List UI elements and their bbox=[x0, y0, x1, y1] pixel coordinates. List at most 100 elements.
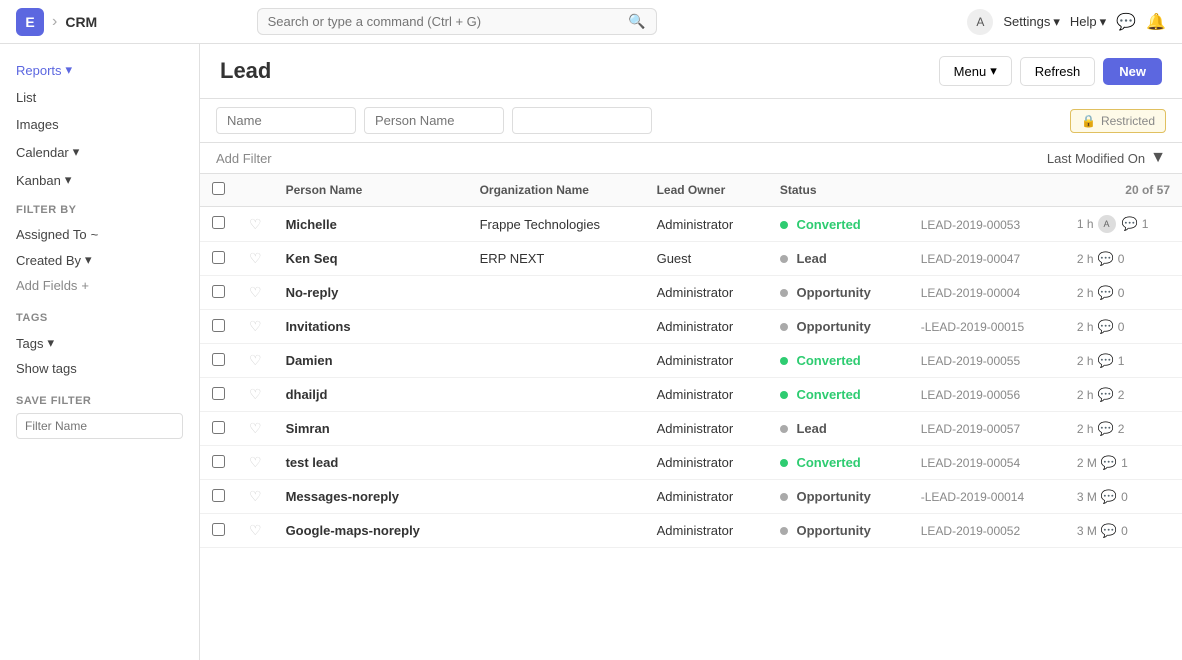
row-checkbox[interactable] bbox=[212, 421, 225, 434]
status-text: Opportunity bbox=[796, 285, 870, 300]
heart-icon[interactable]: ♡ bbox=[249, 454, 262, 470]
heart-icon[interactable]: ♡ bbox=[249, 522, 262, 538]
select-all-col[interactable] bbox=[200, 174, 237, 207]
name-filter-input[interactable] bbox=[216, 107, 356, 134]
person-name-cell[interactable]: test lead bbox=[274, 446, 468, 480]
row-checkbox[interactable] bbox=[212, 353, 225, 366]
comment-count: 0 bbox=[1121, 490, 1128, 504]
table-row[interactable]: ♡ Messages-noreply Administrator Opportu… bbox=[200, 480, 1182, 514]
filter-name-input[interactable] bbox=[16, 413, 183, 439]
person-name-cell[interactable]: Ken Seq bbox=[274, 242, 468, 276]
time-label: 2 h bbox=[1077, 354, 1094, 368]
heart-icon[interactable]: ♡ bbox=[249, 386, 262, 402]
person-name-cell[interactable]: Google-maps-noreply bbox=[274, 514, 468, 548]
heart-icon[interactable]: ♡ bbox=[249, 318, 262, 334]
page-title: Lead bbox=[220, 58, 271, 84]
sidebar-item-kanban[interactable]: Kanban ▾ bbox=[0, 166, 199, 194]
lead-owner-cell: Administrator bbox=[645, 514, 768, 548]
last-modified-sort[interactable]: Last Modified On ▼ bbox=[1047, 149, 1166, 167]
nav-module[interactable]: CRM bbox=[65, 14, 97, 30]
table-row[interactable]: ♡ No-reply Administrator Opportunity LEA… bbox=[200, 276, 1182, 310]
lead-id: -LEAD-2019-00014 bbox=[921, 490, 1024, 504]
heart-icon[interactable]: ♡ bbox=[249, 216, 262, 232]
row-checkbox-cell[interactable] bbox=[200, 310, 237, 344]
favorite-cell[interactable]: ♡ bbox=[237, 412, 274, 446]
row-checkbox-cell[interactable] bbox=[200, 446, 237, 480]
favorite-cell[interactable]: ♡ bbox=[237, 480, 274, 514]
search-bar[interactable]: 🔍 bbox=[257, 8, 657, 35]
show-tags-link[interactable]: Show tags bbox=[16, 356, 183, 381]
favorite-cell[interactable]: ♡ bbox=[237, 207, 274, 242]
org-name-cell: Frappe Technologies bbox=[468, 207, 645, 242]
extra-filter-input[interactable] bbox=[512, 107, 652, 134]
favorite-cell[interactable]: ♡ bbox=[237, 514, 274, 548]
new-button[interactable]: New bbox=[1103, 58, 1162, 85]
row-checkbox-cell[interactable] bbox=[200, 207, 237, 242]
created-by-filter[interactable]: Created By ▾ bbox=[16, 247, 183, 273]
table-row[interactable]: ♡ Damien Administrator Converted LEAD-20… bbox=[200, 344, 1182, 378]
person-name-cell[interactable]: Messages-noreply bbox=[274, 480, 468, 514]
refresh-button[interactable]: Refresh bbox=[1020, 57, 1096, 86]
person-name-cell[interactable]: No-reply bbox=[274, 276, 468, 310]
person-name-cell[interactable]: Michelle bbox=[274, 207, 468, 242]
person-name-filter-input[interactable] bbox=[364, 107, 504, 134]
favorite-cell[interactable]: ♡ bbox=[237, 276, 274, 310]
add-fields-button[interactable]: Add Fields + bbox=[16, 273, 183, 298]
help-button[interactable]: Help ▾ bbox=[1070, 14, 1106, 30]
sidebar-item-images[interactable]: Images bbox=[0, 111, 199, 138]
person-name-cell[interactable]: Damien bbox=[274, 344, 468, 378]
row-checkbox-cell[interactable] bbox=[200, 514, 237, 548]
table-row[interactable]: ♡ Simran Administrator Lead LEAD-2019-00… bbox=[200, 412, 1182, 446]
person-name-cell[interactable]: Simran bbox=[274, 412, 468, 446]
sidebar-item-calendar[interactable]: Calendar ▾ bbox=[0, 138, 199, 166]
row-checkbox[interactable] bbox=[212, 387, 225, 400]
sidebar-item-reports[interactable]: Reports ▾ bbox=[0, 56, 199, 84]
person-name-cell[interactable]: dhailjd bbox=[274, 378, 468, 412]
favorite-cell[interactable]: ♡ bbox=[237, 378, 274, 412]
row-checkbox-cell[interactable] bbox=[200, 276, 237, 310]
favorite-cell[interactable]: ♡ bbox=[237, 242, 274, 276]
heart-icon[interactable]: ♡ bbox=[249, 420, 262, 436]
status-text: Converted bbox=[796, 455, 860, 470]
table-row[interactable]: ♡ dhailjd Administrator Converted LEAD-2… bbox=[200, 378, 1182, 412]
favorite-cell[interactable]: ♡ bbox=[237, 446, 274, 480]
row-checkbox[interactable] bbox=[212, 285, 225, 298]
table-row[interactable]: ♡ Google-maps-noreply Administrator Oppo… bbox=[200, 514, 1182, 548]
table-row[interactable]: ♡ Invitations Administrator Opportunity … bbox=[200, 310, 1182, 344]
heart-icon[interactable]: ♡ bbox=[249, 284, 262, 300]
heart-icon[interactable]: ♡ bbox=[249, 250, 262, 266]
table-row[interactable]: ♡ test lead Administrator Converted LEAD… bbox=[200, 446, 1182, 480]
settings-button[interactable]: Settings ▾ bbox=[1003, 14, 1060, 30]
row-checkbox[interactable] bbox=[212, 455, 225, 468]
select-all-checkbox[interactable] bbox=[212, 182, 225, 195]
tags-filter[interactable]: Tags ▾ bbox=[16, 330, 183, 356]
row-checkbox-cell[interactable] bbox=[200, 412, 237, 446]
row-checkbox[interactable] bbox=[212, 216, 225, 229]
favorite-cell[interactable]: ♡ bbox=[237, 310, 274, 344]
sort-down-icon[interactable]: ▼ bbox=[1150, 149, 1166, 167]
heart-icon[interactable]: ♡ bbox=[249, 488, 262, 504]
row-checkbox[interactable] bbox=[212, 523, 225, 536]
assigned-to-filter[interactable]: Assigned To ~ bbox=[16, 222, 183, 247]
menu-button[interactable]: Menu ▾ bbox=[939, 56, 1012, 86]
row-checkbox-cell[interactable] bbox=[200, 378, 237, 412]
lead-id: LEAD-2019-00057 bbox=[921, 422, 1020, 436]
add-filter-button[interactable]: Add Filter bbox=[216, 151, 272, 166]
comment-count: 1 bbox=[1142, 217, 1149, 231]
sidebar-item-list[interactable]: List bbox=[0, 84, 199, 111]
status-dot bbox=[780, 255, 788, 263]
search-input[interactable] bbox=[268, 14, 623, 29]
row-checkbox-cell[interactable] bbox=[200, 480, 237, 514]
table-row[interactable]: ♡ Ken Seq ERP NEXT Guest Lead LEAD-2019-… bbox=[200, 242, 1182, 276]
chat-icon[interactable]: 💬 bbox=[1116, 12, 1136, 32]
table-row[interactable]: ♡ Michelle Frappe Technologies Administr… bbox=[200, 207, 1182, 242]
favorite-cell[interactable]: ♡ bbox=[237, 344, 274, 378]
row-checkbox[interactable] bbox=[212, 319, 225, 332]
row-checkbox[interactable] bbox=[212, 251, 225, 264]
bell-icon[interactable]: 🔔 bbox=[1146, 12, 1166, 32]
row-checkbox-cell[interactable] bbox=[200, 344, 237, 378]
heart-icon[interactable]: ♡ bbox=[249, 352, 262, 368]
row-checkbox[interactable] bbox=[212, 489, 225, 502]
person-name-cell[interactable]: Invitations bbox=[274, 310, 468, 344]
row-checkbox-cell[interactable] bbox=[200, 242, 237, 276]
